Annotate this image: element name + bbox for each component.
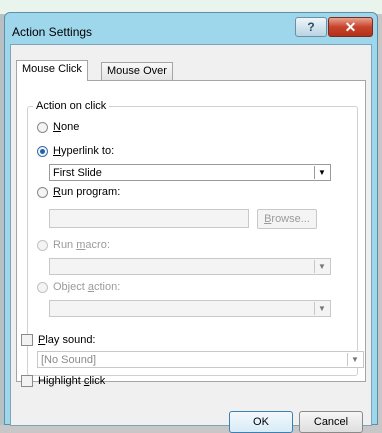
action-settings-dialog: Action Settings ? ✕ Mouse Click Mouse Ov…	[4, 12, 378, 433]
object-action-radio[interactable]	[37, 281, 48, 293]
tab-mouse-click[interactable]: Mouse Click	[16, 60, 88, 81]
object-action-label: Object action:	[53, 281, 121, 293]
dropdown-arrow-icon[interactable]: ▼	[314, 166, 329, 179]
tab-mouse-over[interactable]: Mouse Over	[101, 62, 173, 81]
dropdown-arrow-icon[interactable]: ▼	[314, 302, 329, 315]
hyperlink-option[interactable]: Hyperlink to:	[37, 145, 114, 157]
title-bar[interactable]: Action Settings ? ✕	[5, 13, 377, 45]
run-macro-label: Run macro:	[53, 239, 110, 251]
none-option[interactable]: None	[37, 121, 79, 133]
object-action-select[interactable]: ▼	[49, 300, 331, 317]
play-sound-option[interactable]: Play sound:	[21, 334, 96, 346]
sound-select-value: [No Sound]	[41, 354, 97, 366]
run-program-label: Run program:	[53, 186, 121, 198]
highlight-click-option[interactable]: Highlight click	[21, 375, 105, 387]
run-program-radio[interactable]	[37, 186, 48, 198]
cancel-button[interactable]: Cancel	[299, 411, 363, 433]
browse-button[interactable]: Browse...	[257, 209, 317, 229]
dropdown-arrow-icon[interactable]: ▼	[314, 260, 329, 273]
highlight-click-label: Highlight click	[38, 375, 106, 387]
play-sound-checkbox[interactable]	[21, 334, 33, 346]
hyperlink-select[interactable]: First Slide ▼	[49, 164, 331, 181]
highlight-click-checkbox[interactable]	[21, 375, 33, 387]
window-title: Action Settings	[12, 25, 93, 39]
question-mark-icon: ?	[307, 20, 315, 34]
program-path-input[interactable]	[49, 209, 249, 228]
hyperlink-select-value: First Slide	[53, 167, 102, 179]
close-icon: ✕	[344, 18, 357, 35]
none-label: None	[53, 121, 80, 133]
sound-select[interactable]: [No Sound] ▼	[37, 351, 364, 368]
play-sound-label: Play sound:	[38, 334, 96, 346]
hyperlink-label: Hyperlink to:	[53, 145, 115, 157]
object-action-option[interactable]: Object action:	[37, 281, 120, 293]
run-macro-option[interactable]: Run macro:	[37, 239, 110, 251]
group-legend: Action on click	[33, 100, 110, 112]
macro-select[interactable]: ▼	[49, 258, 331, 275]
ok-button[interactable]: OK	[229, 411, 293, 433]
run-macro-radio[interactable]	[37, 239, 48, 251]
none-radio[interactable]	[37, 121, 48, 133]
hyperlink-radio[interactable]	[37, 145, 48, 157]
run-program-option[interactable]: Run program:	[37, 186, 120, 198]
dialog-client-area: Mouse Click Mouse Over Action on click N…	[10, 44, 372, 433]
help-button[interactable]: ?	[295, 17, 327, 37]
dropdown-arrow-icon[interactable]: ▼	[347, 353, 362, 366]
close-button[interactable]: ✕	[328, 17, 373, 37]
